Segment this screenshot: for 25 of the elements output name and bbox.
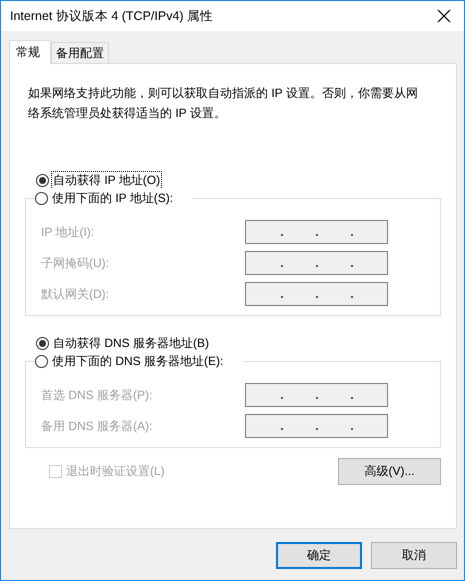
tab[interactable]: 常规 [9,40,51,64]
field-label: 首选 DNS 服务器(P): [41,386,152,404]
radio-label[interactable]: 使用下面的 DNS 服务器地址(E): [50,352,226,370]
radio-button[interactable] [36,336,49,350]
description-text: 如果网络支持此功能，则可以获取自动指派的 IP 设置。否则，你需要从网络系统管理员处获得适当的 IP 设置。 [28,85,419,122]
dialog-button[interactable]: 确定 [276,542,362,569]
field-label: IP 地址(I): [41,224,94,240]
field-label: 备用 DNS 服务器(A): [41,418,152,434]
field-label: 默认网关(D): [41,286,109,302]
radio-label[interactable]: 自动获得 DNS 服务器地址(B) [51,334,211,352]
ip-address-field[interactable] [245,251,388,275]
ip-address-field[interactable] [245,282,388,306]
close-icon[interactable] [437,9,451,23]
dialog-button[interactable]: 取消 [371,542,457,569]
ip-address-field[interactable] [245,383,388,407]
advanced-button[interactable]: 高级(V)... [338,458,441,485]
ip-address-field[interactable] [245,414,388,438]
field-label: 子网掩码(U): [41,254,109,272]
tab[interactable]: 备用配置 [51,42,109,63]
ip-address-field[interactable] [245,220,388,244]
radio-button[interactable] [35,192,48,204]
radio-button[interactable] [36,174,49,186]
radio-label[interactable]: 使用下面的 IP 地址(S): [50,188,176,208]
radio-button[interactable] [35,354,48,368]
window-title: Internet 协议版本 4 (TCP/IPv4) 属性 [10,8,214,24]
